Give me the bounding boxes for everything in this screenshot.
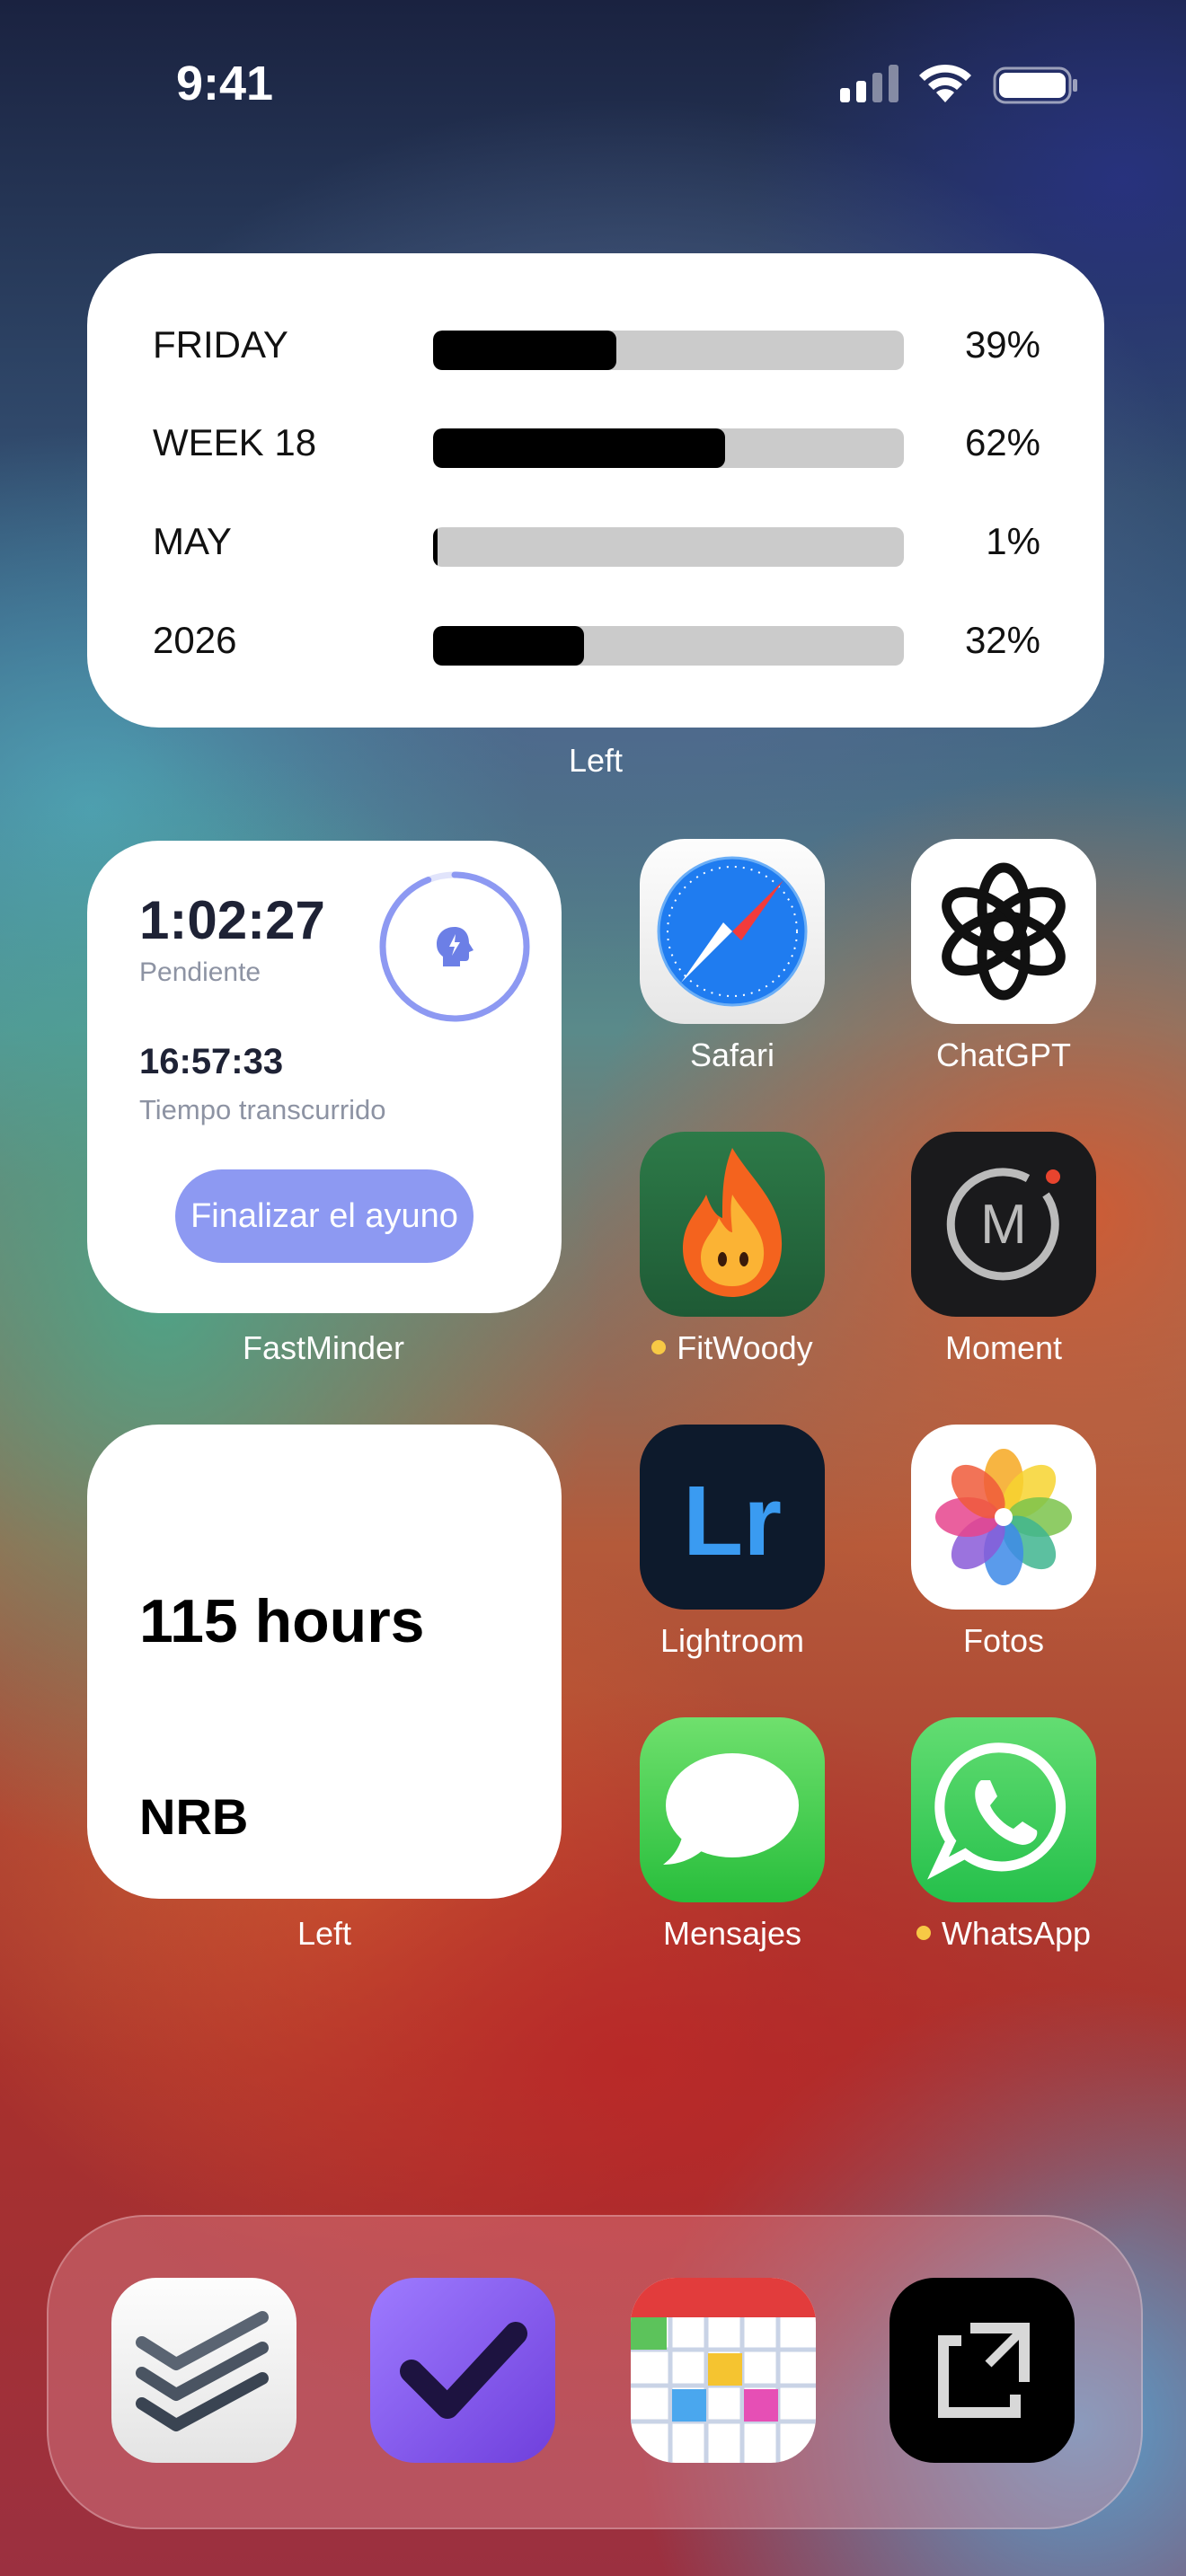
progress-widget-caption: Left (568, 742, 624, 779)
progress-fill (433, 527, 438, 567)
clock: 9:41 (176, 57, 274, 110)
hours-value: 115 hours (139, 1587, 425, 1655)
lightroom-app-icon[interactable]: Lr (640, 1425, 825, 1610)
fotos-label: Fotos (962, 1622, 1045, 1659)
progress-label: FRIDAY (153, 323, 288, 366)
cellular-signal-icon (840, 65, 898, 102)
whatsapp-phone-icon (927, 1742, 1067, 1880)
progress-label: MAY (153, 520, 232, 562)
whatsapp-app-icon[interactable] (911, 1717, 1096, 1902)
progress-row: 2026 32% (153, 613, 1051, 667)
progress-percent: 39% (964, 323, 1040, 366)
message-bubble-icon (663, 1753, 799, 1865)
moment-logo-icon: M (946, 1168, 1060, 1281)
progress-percent: 32% (964, 619, 1040, 661)
hours-widget-caption: Left (296, 1915, 352, 1952)
whatsapp-label: WhatsApp (860, 1915, 1147, 1953)
progress-track (433, 428, 904, 468)
elapsed-label: Tiempo transcurrido (139, 1094, 386, 1125)
progress-row: FRIDAY 39% (153, 318, 1051, 372)
new-update-dot (651, 1340, 667, 1355)
brain-head-icon (437, 927, 474, 966)
compass-icon (657, 856, 808, 1007)
todoist-app-icon[interactable] (111, 2278, 296, 2463)
mensajes-label: Mensajes (662, 1915, 802, 1952)
progress-fill (433, 331, 617, 370)
fitwoody-app-icon[interactable] (640, 1132, 825, 1317)
elapsed-time: 16:57:33 (139, 1042, 284, 1081)
remaining-label: Pendiente (139, 957, 261, 987)
progress-label: WEEK 18 (153, 421, 317, 463)
safari-app-icon[interactable] (640, 839, 825, 1024)
progress-track (433, 527, 904, 567)
progress-percent: 1% (986, 520, 1040, 562)
battery-icon (993, 66, 1077, 104)
crop-frame-icon (938, 2323, 1030, 2418)
calendar-grid-icon (631, 2278, 816, 2463)
omnifocus-app-icon[interactable] (370, 2278, 555, 2463)
hours-label: NRB (139, 1788, 249, 1845)
svg-text:M: M (980, 1194, 1027, 1256)
photos-flower-icon (935, 1449, 1072, 1585)
safari-label: Safari (689, 1037, 775, 1073)
chatgpt-app-icon[interactable] (911, 839, 1096, 1024)
checkmark-icon (400, 2322, 527, 2419)
progress-fill (433, 428, 725, 468)
remaining-time: 1:02:27 (139, 890, 325, 950)
progress-percent: 62% (964, 421, 1040, 463)
progress-track (433, 331, 904, 370)
moment-label: Moment (944, 1329, 1063, 1366)
fastminder-caption: FastMinder (242, 1329, 405, 1366)
flame-icon (683, 1148, 783, 1297)
moment-app-icon[interactable]: M (911, 1132, 1096, 1317)
fitwoody-label: FitWoody (589, 1329, 876, 1367)
openai-knot-icon (942, 862, 1066, 1001)
progress-row: WEEK 18 62% (153, 416, 1051, 470)
progress-row: MAY 1% (153, 515, 1051, 569)
crop-app-icon[interactable] (890, 2278, 1075, 2463)
wifi-icon (919, 64, 971, 102)
progress-fill (433, 626, 584, 666)
stacked-checks-icon (136, 2311, 269, 2431)
lightroom-logo-icon: Lr (683, 1466, 782, 1576)
lightroom-label: Lightroom (659, 1622, 805, 1659)
chatgpt-label: ChatGPT (935, 1037, 1072, 1073)
new-update-dot (916, 1926, 931, 1941)
progress-label: 2026 (153, 619, 237, 661)
mensajes-app-icon[interactable] (640, 1717, 825, 1902)
status-bar: 9:41 (0, 0, 1186, 171)
fotos-app-icon[interactable] (911, 1425, 1096, 1610)
end-fast-button[interactable]: Finalizar el ayuno (175, 1169, 474, 1263)
progress-track (433, 626, 904, 666)
calendar-app-icon[interactable] (631, 2278, 816, 2463)
